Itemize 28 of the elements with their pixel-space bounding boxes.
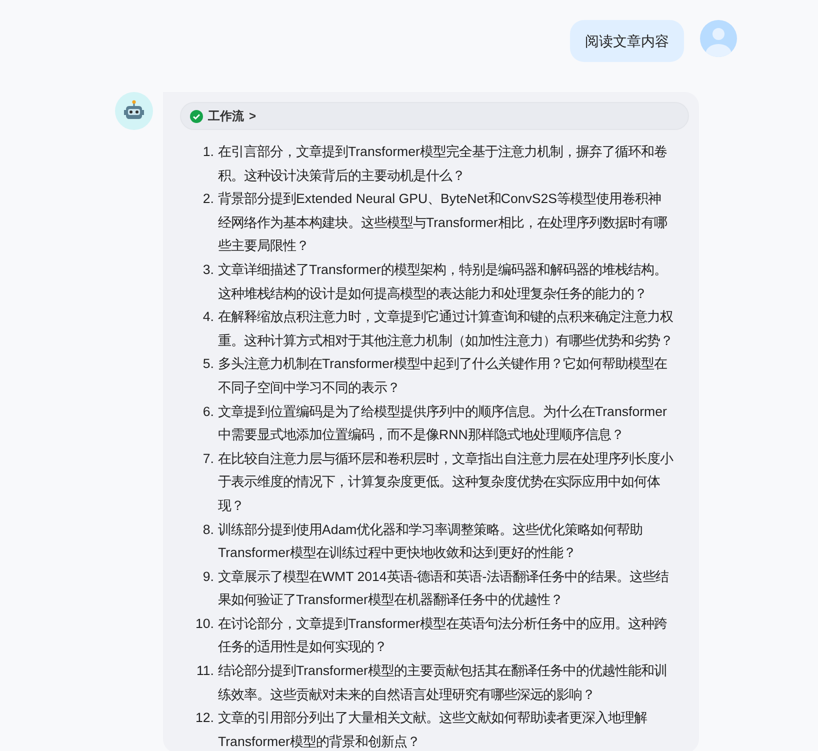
list-number: 10. bbox=[194, 614, 215, 633]
question-text: 训练部分提到使用Adam优化器和学习率调整策略。这些优化策略如何帮助Transformer模型在训练过程中更快地收敛和达到更好的性能？ bbox=[218, 520, 644, 562]
question-text: 在讨论部分，文章提到Transformer模型在英语句法分析任务中的应用。这种跨任务的适用性是如何实现的？ bbox=[218, 614, 668, 656]
workflow-toggle[interactable]: 工作流 > bbox=[180, 102, 689, 130]
question-text: 文章提到位置编码是为了给模型提供序列中的顺序信息。为什么在Transformer中需要显式地添加位置编码，而不是像RNN那样隐式地处理顺序信息？ bbox=[218, 402, 668, 444]
question-text: 文章展示了模型在WMT 2014英语-德语和英语-法语翻译任务中的结果。这些结果如何验证了Transformer模型在机器翻译任务中的优越性？ bbox=[218, 568, 670, 610]
list-number: 8. bbox=[202, 520, 215, 538]
list-number: 7. bbox=[202, 450, 215, 468]
list-number: 9. bbox=[202, 568, 215, 586]
list-number: 12. bbox=[194, 709, 215, 728]
question-text: 在引言部分，文章提到Transformer模型完全基于注意力机制，摒弃了循环和卷积。这种设计决策背后的主要动机是什么？ bbox=[218, 143, 668, 185]
list-number: 11. bbox=[196, 662, 215, 680]
question-text: 结论部分提到Transformer模型的主要贡献包括其在翻译任务中的优越性能和训练效率。这些贡献对未来的自然语言处理研究有哪些深远的影响？ bbox=[218, 662, 668, 704]
question-text: 文章详细描述了Transformer的模型架构，特别是编码器和解码器的堆栈结构。这种堆栈结构的设计是如何提高模型的表达能力和处理复杂任务的能力的？ bbox=[218, 260, 668, 303]
list-number: 6. bbox=[202, 402, 215, 421]
list-number: 1. bbox=[202, 143, 215, 161]
question-text: 在比较自注意力层与循环层和卷积层时，文章指出自注意力层在处理序列长度小于表示维度的情况下，计算复杂度更低。这种复杂度优势在实际应用中如何体现？ bbox=[218, 450, 673, 515]
list-number: 5. bbox=[202, 355, 215, 374]
question-text: 背景部分提到Extended Neural GPU、ByteNet和ConvS2S等模型使用卷积神经网络作为基本构建块。这些模型与Transformer相比，在处理序列数据时有哪些主要局限性？ bbox=[218, 190, 668, 256]
question-text: 多头注意力机制在Transformer模型中起到了什么关键作用？它如何帮助模型在不同子空间中学习不同的表示？ bbox=[218, 355, 668, 397]
list-number: 2. bbox=[202, 190, 215, 208]
robot-avatar-icon bbox=[115, 92, 153, 130]
list-number: 3. bbox=[202, 260, 215, 279]
message-bubble: 阅读文章内容 bbox=[570, 20, 684, 62]
question-text: 在解释缩放点积注意力时，文章提到它通过计算查询和键的点积来确定注意力权重。这种计算方式相对于其他注意力机制（如加性注意力）有哪些优势和劣势？ bbox=[218, 308, 673, 350]
user-avatar-icon bbox=[700, 20, 737, 57]
list-number: 4. bbox=[202, 308, 215, 326]
question-text: 文章的引用部分列出了大量相关文献。这些文献如何帮助读者更深入地理解Transformer模型的背景和创新点？ bbox=[218, 709, 648, 751]
